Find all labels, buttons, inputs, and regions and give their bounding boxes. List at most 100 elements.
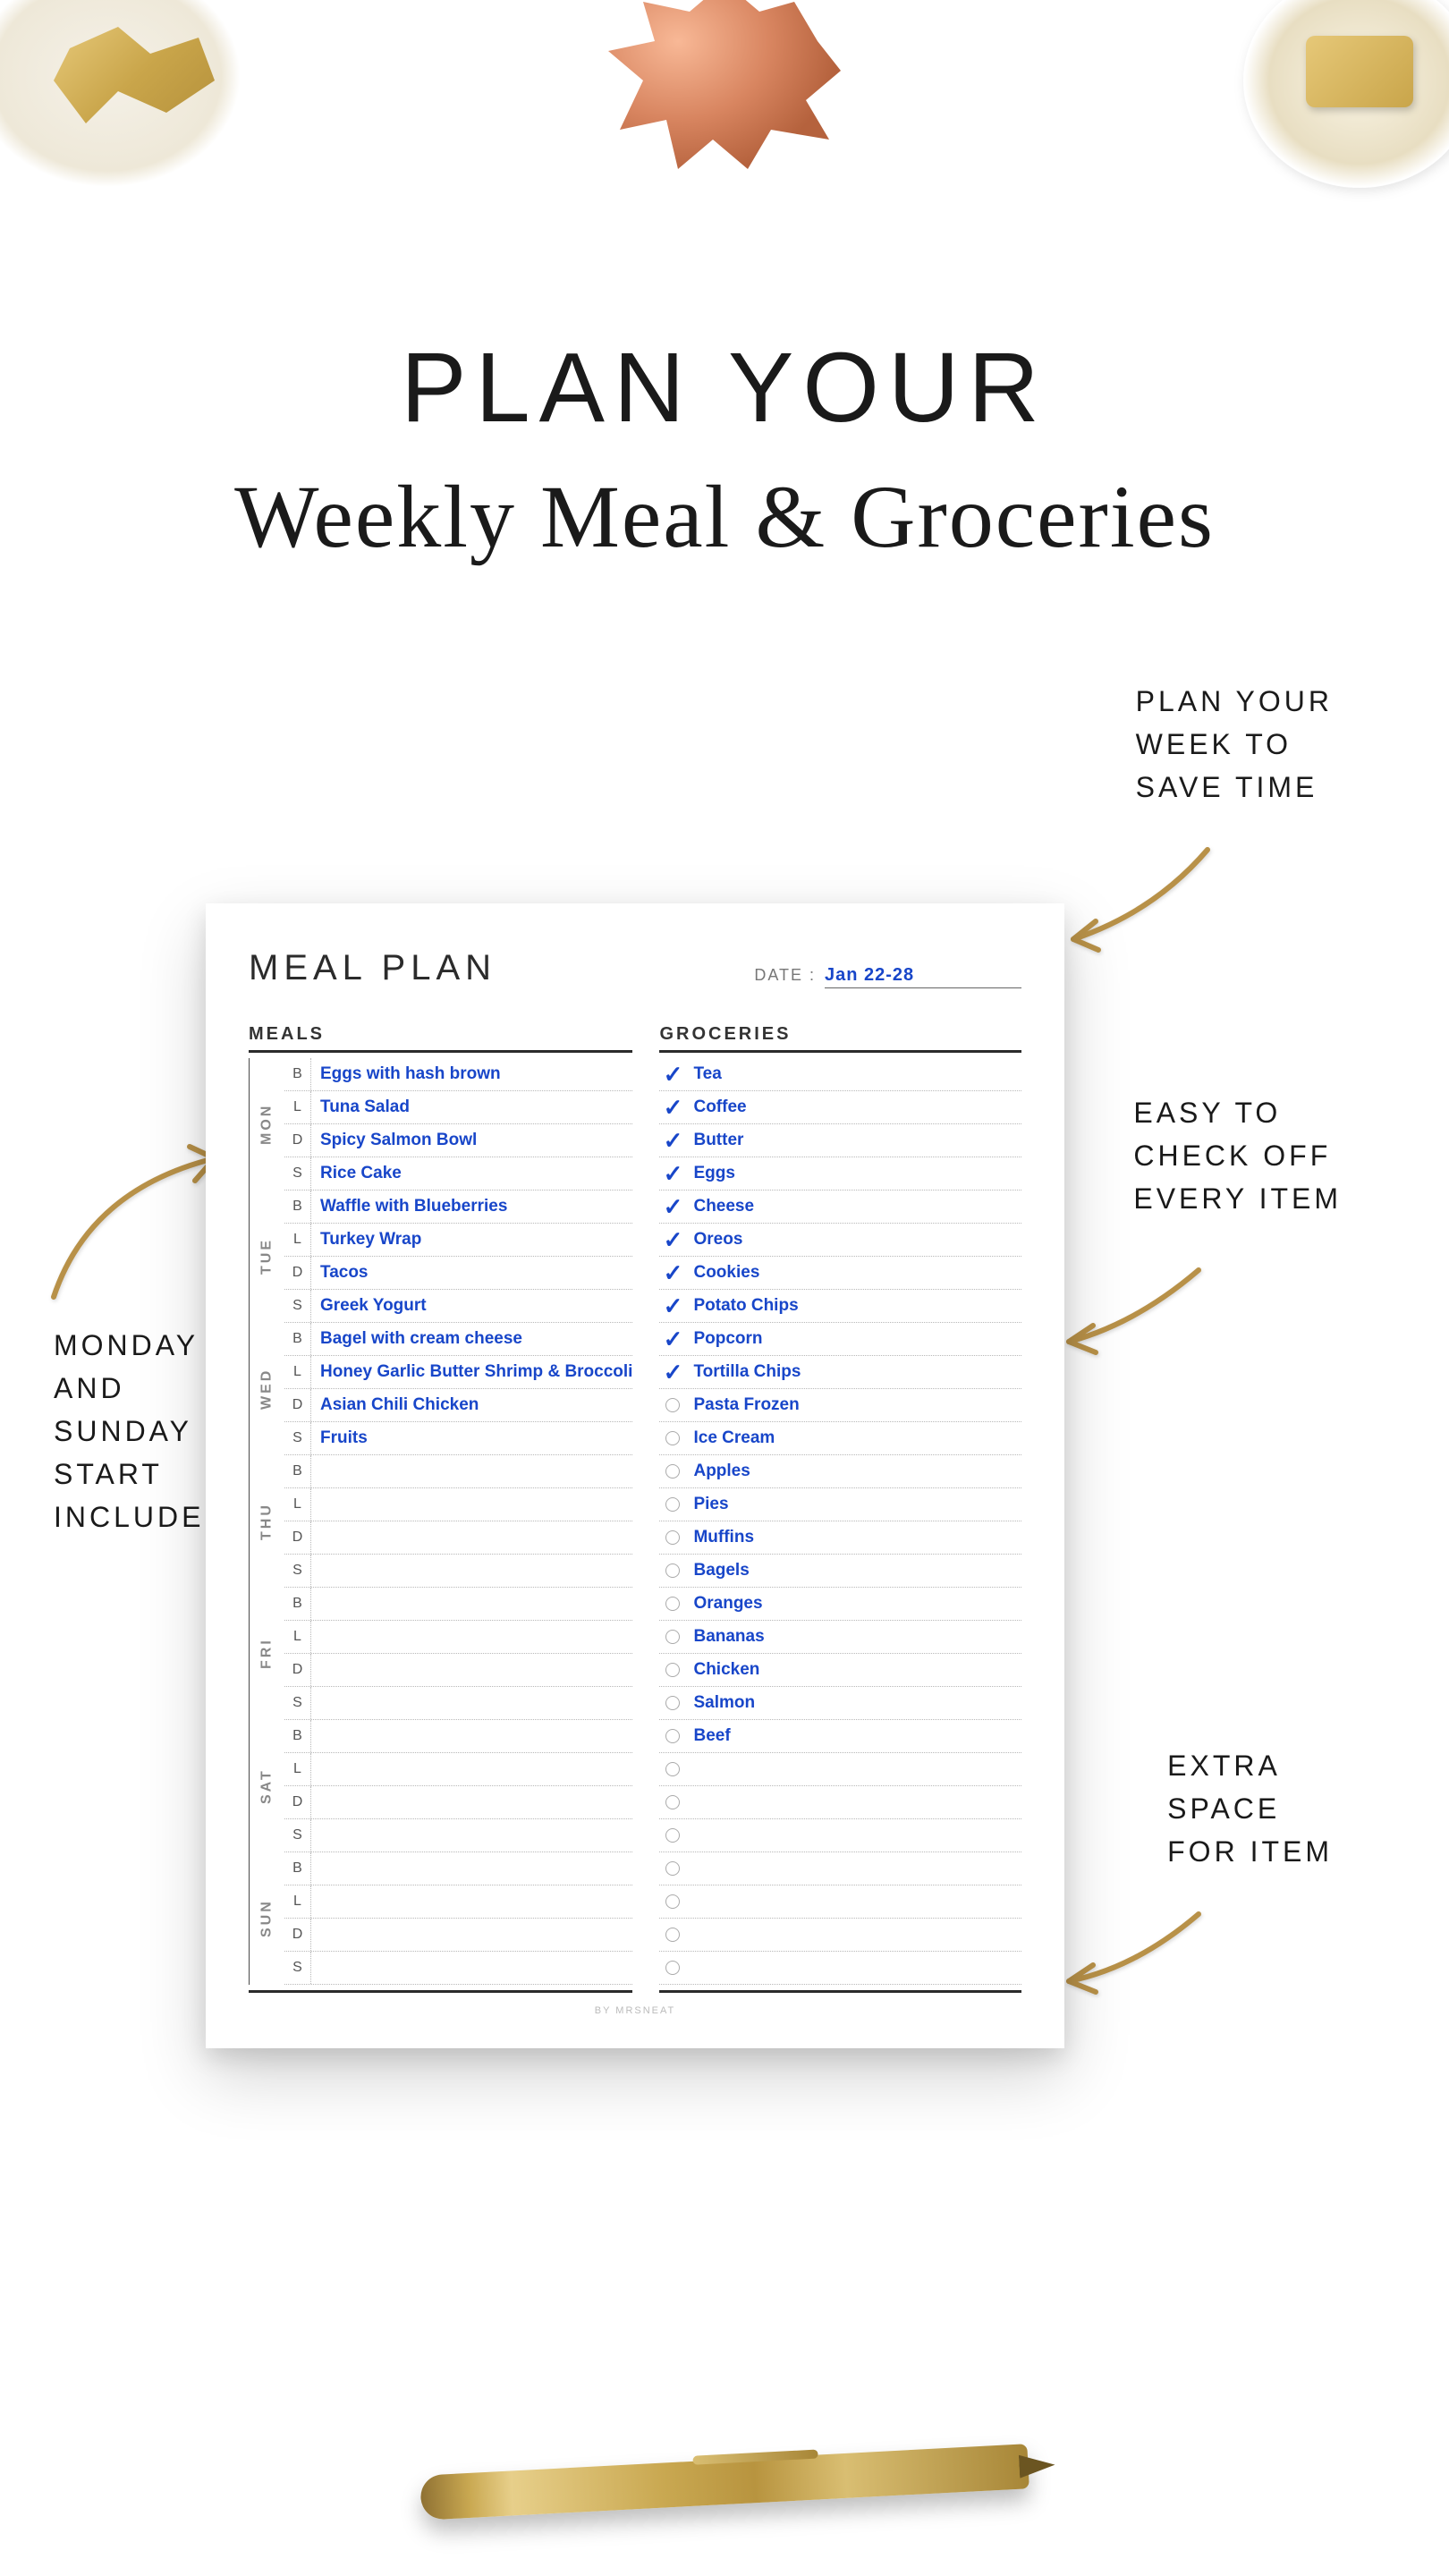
grocery-row[interactable] bbox=[659, 1919, 1021, 1952]
meal-slot-row[interactable]: LTuna Salad bbox=[284, 1091, 632, 1124]
meal-slot-row[interactable]: B bbox=[284, 1852, 632, 1885]
grocery-row[interactable]: Apples bbox=[659, 1455, 1021, 1488]
decor-dish-left bbox=[0, 0, 242, 188]
grocery-row[interactable] bbox=[659, 1786, 1021, 1819]
meal-slot-row[interactable]: S bbox=[284, 1819, 632, 1852]
grocery-row[interactable] bbox=[659, 1885, 1021, 1919]
meal-slot-row[interactable]: D bbox=[284, 1786, 632, 1819]
checkmark-icon[interactable]: ✓ bbox=[659, 1127, 686, 1154]
grocery-row[interactable]: ✓Tortilla Chips bbox=[659, 1356, 1021, 1389]
checkbox-circle-icon[interactable] bbox=[659, 1590, 686, 1617]
checkbox-circle-icon[interactable] bbox=[659, 1723, 686, 1750]
meal-slot-key: B bbox=[284, 1323, 311, 1355]
grocery-row[interactable] bbox=[659, 1952, 1021, 1985]
checkbox-circle-icon[interactable] bbox=[659, 1425, 686, 1452]
planner-sheet: MEAL PLAN DATE : Jan 22-28 MEALS MONBEgg… bbox=[206, 903, 1064, 2048]
meal-slot-row[interactable]: BBagel with cream cheese bbox=[284, 1323, 632, 1356]
checkmark-icon[interactable]: ✓ bbox=[659, 1160, 686, 1187]
meal-slot-row[interactable]: LTurkey Wrap bbox=[284, 1224, 632, 1257]
meal-slot-row[interactable]: SGreek Yogurt bbox=[284, 1290, 632, 1323]
meal-slot-row[interactable]: B bbox=[284, 1455, 632, 1488]
meal-slot-row[interactable]: D bbox=[284, 1654, 632, 1687]
meal-slot-row[interactable]: BEggs with hash brown bbox=[284, 1058, 632, 1091]
meal-slot-row[interactable]: DTacos bbox=[284, 1257, 632, 1290]
checkmark-icon[interactable]: ✓ bbox=[659, 1061, 686, 1088]
checkmark-icon[interactable]: ✓ bbox=[659, 1193, 686, 1220]
meal-slot-row[interactable]: BWaffle with Blueberries bbox=[284, 1191, 632, 1224]
grocery-item-name: Cheese bbox=[686, 1197, 1021, 1216]
checkmark-icon[interactable]: ✓ bbox=[659, 1292, 686, 1319]
grocery-row[interactable]: Muffins bbox=[659, 1521, 1021, 1555]
checkbox-circle-icon[interactable] bbox=[659, 1921, 686, 1948]
checkbox-circle-icon[interactable] bbox=[659, 1855, 686, 1882]
checkbox-circle-icon[interactable] bbox=[659, 1657, 686, 1683]
grocery-row[interactable]: Ice Cream bbox=[659, 1422, 1021, 1455]
meal-slot-row[interactable]: DAsian Chili Chicken bbox=[284, 1389, 632, 1422]
meal-slot-row[interactable]: LHoney Garlic Butter Shrimp & Broccoli bbox=[284, 1356, 632, 1389]
day-block: FRIBLDS bbox=[249, 1588, 632, 1720]
grocery-row[interactable] bbox=[659, 1753, 1021, 1786]
meal-slot-row[interactable]: L bbox=[284, 1488, 632, 1521]
checkbox-circle-icon[interactable] bbox=[659, 1623, 686, 1650]
meal-slot-row[interactable]: SRice Cake bbox=[284, 1157, 632, 1191]
grocery-row[interactable]: Bagels bbox=[659, 1555, 1021, 1588]
grocery-row[interactable]: ✓Oreos bbox=[659, 1224, 1021, 1257]
grocery-row[interactable]: ✓Coffee bbox=[659, 1091, 1021, 1124]
checkbox-circle-icon[interactable] bbox=[659, 1822, 686, 1849]
checkbox-circle-icon[interactable] bbox=[659, 1954, 686, 1981]
grocery-row[interactable]: ✓Butter bbox=[659, 1124, 1021, 1157]
checkmark-icon[interactable]: ✓ bbox=[659, 1094, 686, 1121]
checkbox-circle-icon[interactable] bbox=[659, 1690, 686, 1716]
checkbox-circle-icon[interactable] bbox=[659, 1557, 686, 1584]
grocery-row[interactable]: ✓Eggs bbox=[659, 1157, 1021, 1191]
subheadline: Weekly Meal & Groceries bbox=[0, 465, 1449, 568]
checkbox-circle-icon[interactable] bbox=[659, 1524, 686, 1551]
checkbox-circle-icon[interactable] bbox=[659, 1392, 686, 1419]
grocery-row[interactable]: ✓Potato Chips bbox=[659, 1290, 1021, 1323]
meal-slot-key: L bbox=[284, 1488, 311, 1521]
checkbox-circle-icon[interactable] bbox=[659, 1491, 686, 1518]
meal-slot-row[interactable]: DSpicy Salmon Bowl bbox=[284, 1124, 632, 1157]
meal-slot-key: B bbox=[284, 1455, 311, 1487]
checkbox-circle-icon[interactable] bbox=[659, 1888, 686, 1915]
meal-slot-row[interactable]: L bbox=[284, 1753, 632, 1786]
grocery-row[interactable] bbox=[659, 1852, 1021, 1885]
grocery-row[interactable]: ✓Popcorn bbox=[659, 1323, 1021, 1356]
meal-slot-row[interactable]: D bbox=[284, 1521, 632, 1555]
meal-slot-row[interactable]: SFruits bbox=[284, 1422, 632, 1455]
date-value[interactable]: Jan 22-28 bbox=[825, 965, 1021, 988]
grocery-row[interactable]: Pies bbox=[659, 1488, 1021, 1521]
grocery-row[interactable]: Beef bbox=[659, 1720, 1021, 1753]
checkmark-icon[interactable]: ✓ bbox=[659, 1359, 686, 1385]
grocery-row[interactable]: ✓Tea bbox=[659, 1058, 1021, 1091]
grocery-row[interactable] bbox=[659, 1819, 1021, 1852]
meal-slot-row[interactable]: S bbox=[284, 1555, 632, 1588]
meal-slot-key: B bbox=[284, 1191, 311, 1223]
grocery-item-name: Tea bbox=[686, 1064, 1021, 1084]
grocery-row[interactable]: Oranges bbox=[659, 1588, 1021, 1621]
meal-slot-row[interactable]: L bbox=[284, 1885, 632, 1919]
checkbox-circle-icon[interactable] bbox=[659, 1756, 686, 1783]
checkmark-icon[interactable]: ✓ bbox=[659, 1259, 686, 1286]
grocery-row[interactable]: Salmon bbox=[659, 1687, 1021, 1720]
meal-slot-row[interactable]: B bbox=[284, 1588, 632, 1621]
meal-slot-row[interactable]: S bbox=[284, 1687, 632, 1720]
grocery-row[interactable]: Bananas bbox=[659, 1621, 1021, 1654]
meal-slot-row[interactable]: L bbox=[284, 1621, 632, 1654]
checkmark-icon[interactable]: ✓ bbox=[659, 1226, 686, 1253]
grocery-row[interactable]: Chicken bbox=[659, 1654, 1021, 1687]
grocery-row[interactable]: Pasta Frozen bbox=[659, 1389, 1021, 1422]
grocery-row[interactable]: ✓Cheese bbox=[659, 1191, 1021, 1224]
grocery-item-name: Butter bbox=[686, 1131, 1021, 1150]
meal-slot-key: B bbox=[284, 1852, 311, 1885]
checkbox-circle-icon[interactable] bbox=[659, 1458, 686, 1485]
planner-title: MEAL PLAN bbox=[249, 948, 496, 988]
meal-slot-row[interactable]: S bbox=[284, 1952, 632, 1985]
checkmark-icon[interactable]: ✓ bbox=[659, 1326, 686, 1352]
meal-slot-row[interactable]: D bbox=[284, 1919, 632, 1952]
meal-slot-row[interactable]: B bbox=[284, 1720, 632, 1753]
decor-leaf bbox=[608, 0, 841, 179]
checkbox-circle-icon[interactable] bbox=[659, 1789, 686, 1816]
grocery-row[interactable]: ✓Cookies bbox=[659, 1257, 1021, 1290]
meal-slot-value: Tuna Salad bbox=[311, 1097, 632, 1117]
